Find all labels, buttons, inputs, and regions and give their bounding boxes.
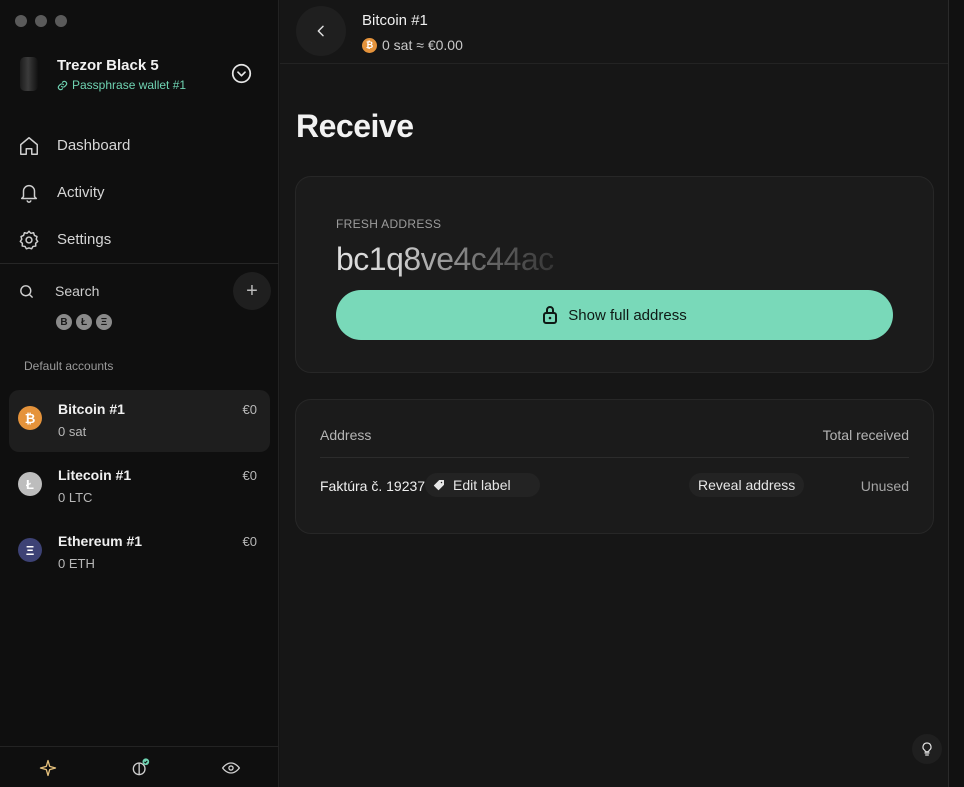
add-account-button[interactable]: + — [233, 272, 271, 310]
search-label: Search — [55, 283, 100, 299]
filter-bitcoin-icon[interactable]: B — [56, 314, 72, 330]
filter-litecoin-icon[interactable]: Ł — [76, 314, 92, 330]
account-balance-summary: ₿ 0 sat ≈ €0.00 — [362, 37, 463, 53]
nav-item-dashboard[interactable]: Dashboard — [0, 122, 279, 169]
address-label: Faktúra č. 19237 — [320, 478, 426, 494]
balance-text: 0 sat ≈ €0.00 — [382, 37, 463, 53]
address-table: Address Total received Faktúra č. 19237 … — [295, 399, 934, 534]
home-icon — [20, 136, 38, 155]
account-title: Bitcoin #1 — [362, 12, 428, 29]
wallet-label: Passphrase wallet #1 — [72, 78, 187, 92]
account-balance: 0 ETH — [58, 556, 95, 571]
page-title: Receive — [296, 108, 414, 144]
account-balance: 0 sat — [58, 424, 87, 439]
bitcoin-icon: ₿ — [18, 406, 42, 430]
gear-icon — [19, 230, 39, 250]
fresh-address-label: FRESH ADDRESS — [336, 217, 442, 231]
show-full-address-label: Show full address — [568, 306, 687, 324]
edit-label-text: Edit label — [453, 477, 511, 493]
tips-button[interactable] — [912, 734, 942, 764]
litecoin-icon: Ł — [18, 472, 42, 496]
wallet-name: Passphrase wallet #1 — [57, 78, 186, 92]
lock-icon — [543, 306, 558, 324]
fresh-address-value: bc1q8ve4c44ac — [336, 241, 586, 278]
account-balance: 0 LTC — [58, 490, 93, 505]
close-window-button[interactable] — [15, 15, 27, 27]
account-name: Ethereum #1 — [58, 533, 143, 549]
account-name: Bitcoin #1 — [58, 401, 125, 417]
bell-icon — [20, 184, 38, 203]
sidebar: Trezor Black 5 Passphrase wallet #1 Dash… — [0, 0, 279, 787]
chevron-down-icon[interactable] — [231, 63, 252, 84]
sidebar-divider — [0, 263, 279, 264]
account-fiat: €0 — [242, 468, 257, 483]
account-name: Litecoin #1 — [58, 467, 132, 483]
window-controls — [15, 15, 67, 27]
fresh-address-card: FRESH ADDRESS bc1q8ve4c44ac Show full ad… — [295, 176, 934, 373]
sparkle-icon[interactable] — [38, 758, 58, 778]
search-icon — [20, 284, 33, 298]
eye-icon[interactable] — [221, 758, 241, 778]
sidebar-bottom-bar — [0, 746, 279, 787]
maximize-window-button[interactable] — [55, 15, 67, 27]
chevron-left-icon — [317, 25, 324, 37]
nav-label: Settings — [57, 231, 112, 248]
back-button[interactable] — [296, 6, 346, 56]
account-item-ethereum[interactable]: Ξ Ethereum #1 0 ETH €0 — [9, 522, 270, 584]
main-content: Bitcoin #1 ₿ 0 sat ≈ €0.00 Receive FRESH… — [280, 0, 948, 787]
account-fiat: €0 — [242, 402, 257, 417]
main-nav: Dashboard Activity Settings — [0, 122, 279, 263]
tor-status-icon[interactable] — [130, 758, 150, 778]
ethereum-icon: Ξ — [18, 538, 42, 562]
column-header-address: Address — [320, 427, 372, 443]
window-scrollbar[interactable] — [948, 0, 964, 787]
nav-item-activity[interactable]: Activity — [0, 169, 279, 216]
page-header: Bitcoin #1 ₿ 0 sat ≈ €0.00 — [280, 0, 948, 64]
device-image — [20, 57, 38, 91]
device-switcher[interactable]: Trezor Black 5 Passphrase wallet #1 — [18, 57, 262, 93]
column-header-total-received: Total received — [822, 427, 909, 443]
link-icon — [57, 80, 68, 90]
bitcoin-icon: ₿ — [362, 37, 377, 53]
filter-ethereum-icon[interactable]: Ξ — [96, 314, 112, 330]
nav-label: Activity — [57, 184, 105, 201]
account-item-litecoin[interactable]: Ł Litecoin #1 0 LTC €0 — [9, 456, 270, 518]
table-divider — [320, 457, 909, 458]
minimize-window-button[interactable] — [35, 15, 47, 27]
lightbulb-icon — [922, 742, 932, 756]
accounts-section-label: Default accounts — [24, 359, 114, 373]
address-status: Unused — [860, 478, 909, 494]
nav-item-settings[interactable]: Settings — [0, 216, 279, 263]
nav-label: Dashboard — [57, 137, 131, 154]
account-search[interactable]: Search + — [18, 272, 271, 310]
tag-icon — [433, 480, 444, 491]
coin-filter: B Ł Ξ — [56, 314, 112, 330]
edit-label-button[interactable]: Edit label — [425, 473, 540, 497]
show-full-address-button[interactable]: Show full address — [336, 290, 893, 340]
account-item-bitcoin[interactable]: ₿ Bitcoin #1 0 sat €0 — [9, 390, 270, 452]
account-list: ₿ Bitcoin #1 0 sat €0 Ł Litecoin #1 0 LT… — [9, 390, 270, 588]
reveal-address-button[interactable]: Reveal address — [689, 473, 805, 497]
device-name: Trezor Black 5 — [57, 57, 159, 74]
account-fiat: €0 — [242, 534, 257, 549]
